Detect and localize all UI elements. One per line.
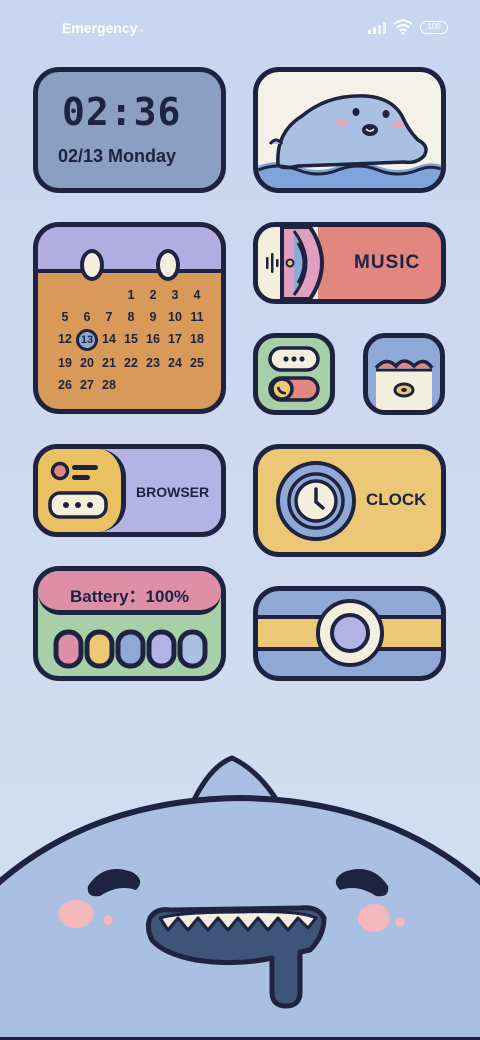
gallery-icon xyxy=(374,359,434,410)
calendar-day: 16 xyxy=(146,332,160,346)
battery-widget[interactable]: Battery：100% xyxy=(33,566,226,681)
calendar-day: 10 xyxy=(168,310,182,324)
camera-widget[interactable] xyxy=(253,586,446,681)
calendar-day: 4 xyxy=(193,288,201,302)
calendar-day: 18 xyxy=(190,332,204,346)
calendar-day: 17 xyxy=(168,332,182,346)
calendar-day: 19 xyxy=(58,356,72,370)
clock-time: 02:36 xyxy=(62,90,182,134)
calendar-day: 12 xyxy=(58,332,72,346)
calendar-days-grid: 1 2 3 4 5 6 7 8 9 10 11 12 13 14 15 16 17 18 19 20 21 22 23 24 2… xyxy=(54,285,214,395)
carrier-indicator: ‹ xyxy=(140,25,144,35)
signal-icon xyxy=(368,22,386,34)
clock-widget[interactable]: 02:36 02/13 Monday xyxy=(33,67,226,193)
calendar-day-today: 13 xyxy=(76,329,98,351)
calendar-ring-left xyxy=(80,249,104,281)
battery-cells xyxy=(53,629,208,669)
calendar-blank xyxy=(54,285,76,305)
calendar-day: 6 xyxy=(83,310,91,324)
calendar-day: 22 xyxy=(124,356,138,370)
clock-date: 02/13 Monday xyxy=(58,146,177,166)
calendar-day: 3 xyxy=(171,288,179,302)
browser-widget[interactable]: BROWSER xyxy=(33,444,226,537)
calendar-widget[interactable]: 1 2 3 4 5 6 7 8 9 10 11 12 13 14 15 16 17 18 19 20 21 22 23 24 2… xyxy=(33,222,226,414)
calendar-day: 1 xyxy=(127,288,135,302)
calendar-day: 27 xyxy=(80,378,94,392)
carrier-label: Emergency ‹ xyxy=(62,20,144,36)
browser-label: BROWSER xyxy=(136,484,210,500)
battery-cell xyxy=(53,629,84,669)
whale-illustration xyxy=(258,94,441,188)
calendar-day: 11 xyxy=(190,310,204,324)
calendar-day: 14 xyxy=(102,332,116,346)
calendar-ring-right xyxy=(156,249,180,281)
battery-cell xyxy=(146,629,177,669)
calendar-day: 9 xyxy=(149,310,157,324)
calendar-day: 8 xyxy=(127,310,135,324)
clock-app-label: CLOCK xyxy=(366,490,427,509)
battery-cell xyxy=(115,629,146,669)
calendar-day: 26 xyxy=(58,378,72,392)
music-label: MUSIC xyxy=(354,252,421,273)
status-bar: Emergency ‹ 100 xyxy=(0,0,480,56)
calendar-blank xyxy=(98,285,120,305)
music-widget[interactable]: MUSIC xyxy=(253,222,446,304)
calendar-blank xyxy=(76,285,98,305)
calendar-day: 15 xyxy=(124,332,138,346)
phone-settings-app[interactable] xyxy=(253,333,335,415)
clock-face-icon xyxy=(276,461,356,541)
browser-glyph xyxy=(48,461,108,519)
calendar-day: 28 xyxy=(102,378,116,392)
phone-settings-icon xyxy=(268,346,320,402)
gallery-app[interactable] xyxy=(363,333,445,415)
calendar-day: 2 xyxy=(149,288,157,302)
battery-cell xyxy=(84,629,115,669)
browser-icon xyxy=(38,449,126,532)
calendar-day: 20 xyxy=(80,356,94,370)
calendar-day: 21 xyxy=(102,356,116,370)
whale-mascot-illustration xyxy=(0,755,480,1040)
battery-icon: 100 xyxy=(420,21,448,34)
camera-lens-icon xyxy=(258,599,441,667)
calendar-day: 24 xyxy=(168,356,182,370)
calendar-day: 7 xyxy=(105,310,113,324)
wifi-icon xyxy=(393,19,413,35)
battery-title: Battery：100% xyxy=(69,587,190,606)
calendar-day: 23 xyxy=(146,356,160,370)
calendar-day: 25 xyxy=(190,356,204,370)
calendar-day: 5 xyxy=(61,310,69,324)
photo-widget[interactable] xyxy=(253,67,446,193)
calendar-header-band xyxy=(38,227,221,273)
record-icon xyxy=(258,227,324,299)
clock-app-widget[interactable]: CLOCK xyxy=(253,444,446,557)
battery-cell xyxy=(177,629,208,669)
